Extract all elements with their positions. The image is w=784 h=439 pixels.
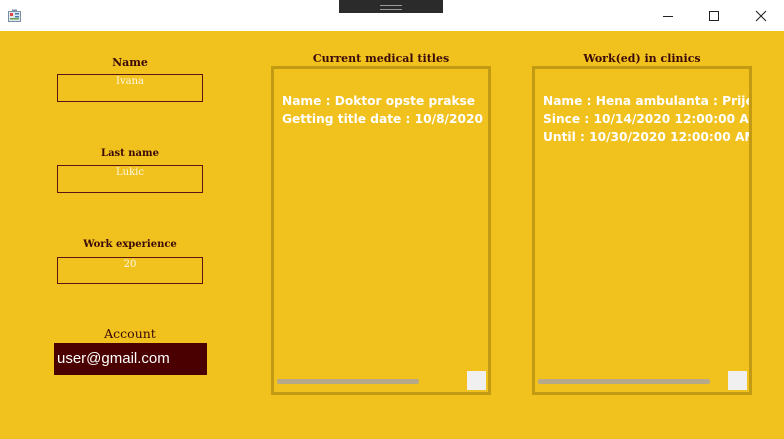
minimize-button[interactable] (645, 0, 691, 31)
close-button[interactable] (738, 0, 784, 31)
titles-panel-header: Current medical titles (312, 52, 450, 65)
horizontal-scrollbar[interactable] (538, 379, 710, 384)
maximize-icon (709, 10, 719, 21)
close-icon (755, 10, 767, 21)
scrollbar-corner (728, 371, 747, 390)
experience-label: Work experience (83, 239, 177, 250)
horizontal-scrollbar[interactable] (277, 379, 419, 384)
maximize-button[interactable] (691, 0, 737, 31)
title-name-text: Name : Doktor opste prakse (282, 94, 476, 108)
app-window: Name Ivana Last name Lukic Work experien… (0, 0, 784, 439)
list-item[interactable]: Name : Doktor opste prakse Getting title… (282, 92, 491, 128)
title-bar[interactable] (0, 0, 784, 31)
drag-handle[interactable] (339, 0, 443, 13)
clinic-since-text: Since : 10/14/2020 12:00:00 AM (543, 112, 752, 126)
clinics-listbox[interactable]: Name : Hena ambulanta : Prijec Since : 1… (532, 66, 752, 395)
list-item[interactable]: Name : Hena ambulanta : Prijec Since : 1… (543, 92, 752, 146)
lastname-field[interactable]: Lukic (57, 165, 203, 193)
account-field[interactable]: user@gmail.com (54, 343, 207, 375)
scrollbar-corner (467, 371, 486, 390)
minimize-icon (663, 15, 673, 17)
title-date-text: Getting title date : 10/8/2020 12 (282, 112, 491, 126)
lastname-label: Last name (101, 148, 159, 159)
clinics-panel-header: Work(ed) in clinics (583, 52, 701, 65)
titles-listbox[interactable]: Name : Doktor opste prakse Getting title… (271, 66, 491, 395)
clinic-until-text: Until : 10/30/2020 12:00:00 AM (543, 130, 752, 144)
account-label: Account (104, 326, 156, 341)
name-field[interactable]: Ivana (57, 74, 203, 102)
experience-field[interactable]: 20 (57, 257, 203, 284)
clinic-name-text: Name : Hena ambulanta : Prijec (543, 94, 752, 108)
app-icon (8, 9, 21, 22)
name-label: Name (112, 56, 148, 69)
